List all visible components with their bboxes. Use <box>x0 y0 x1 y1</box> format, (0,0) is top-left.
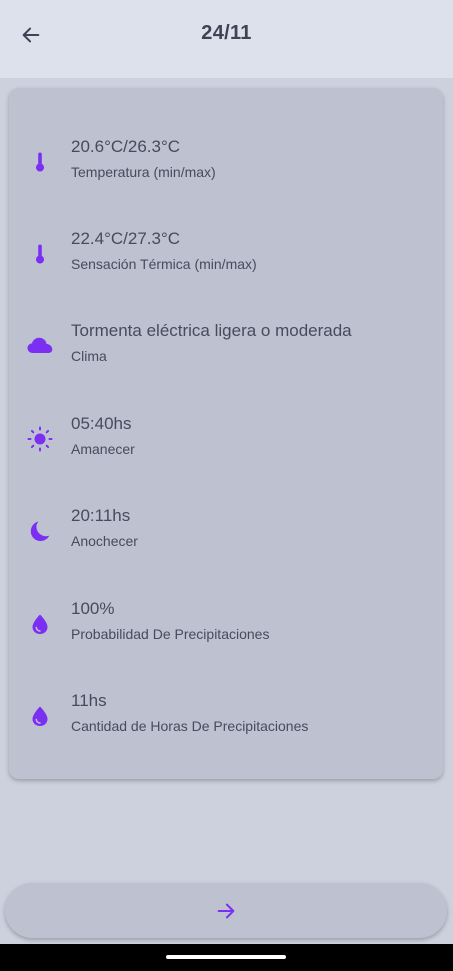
thermometer-icon <box>25 147 55 177</box>
detail-value: 20.6°C/26.3°C <box>71 137 181 156</box>
detail-value: 11hs <box>71 691 107 710</box>
weather-details-card: 20.6°C/26.3°C Temperatura (min/max) 22.4… <box>9 88 443 779</box>
detail-row-sunrise: 05:40hs Amanecer <box>9 408 443 468</box>
detail-label: Sensación Térmica (min/max) <box>71 256 257 272</box>
thermometer-icon <box>25 239 55 269</box>
detail-row-temperature: 20.6°C/26.3°C Temperatura (min/max) <box>9 131 443 191</box>
detail-row-precipitation-probability: 100% Probabilidad De Precipitaciones <box>9 593 443 653</box>
detail-value: 20:11hs <box>71 506 131 525</box>
detail-row-precipitation-hours: 11hs Cantidad de Horas De Precipitacione… <box>9 685 443 745</box>
arrow-right-icon <box>217 903 235 918</box>
detail-value: 05:40hs <box>71 414 132 433</box>
detail-label: Temperatura (min/max) <box>71 164 216 180</box>
detail-row-weather: Tormenta eléctrica ligera o moderada Cli… <box>9 315 443 375</box>
detail-label: Amanecer <box>71 441 135 457</box>
home-indicator[interactable] <box>166 955 286 959</box>
detail-label: Anochecer <box>71 533 138 549</box>
detail-label: Cantidad de Horas De Precipitaciones <box>71 718 309 734</box>
moon-icon <box>25 516 55 546</box>
detail-row-sunset: 20:11hs Anochecer <box>9 500 443 560</box>
water-drop-icon <box>25 701 55 731</box>
water-drop-icon <box>25 609 55 639</box>
detail-row-feels-like: 22.4°C/27.3°C Sensación Térmica (min/max… <box>9 223 443 283</box>
next-button[interactable] <box>5 883 447 938</box>
page-title: 24/11 <box>201 22 252 44</box>
system-navigation-bar <box>0 944 453 971</box>
detail-value: Tormenta eléctrica ligera o moderada <box>71 321 352 340</box>
sun-icon <box>25 424 55 454</box>
cloud-icon <box>25 331 55 361</box>
app-bar: 24/11 <box>0 0 453 78</box>
detail-label: Clima <box>71 348 107 364</box>
detail-label: Probabilidad De Precipitaciones <box>71 626 270 642</box>
detail-value: 100% <box>71 599 115 618</box>
detail-value: 22.4°C/27.3°C <box>71 229 181 248</box>
